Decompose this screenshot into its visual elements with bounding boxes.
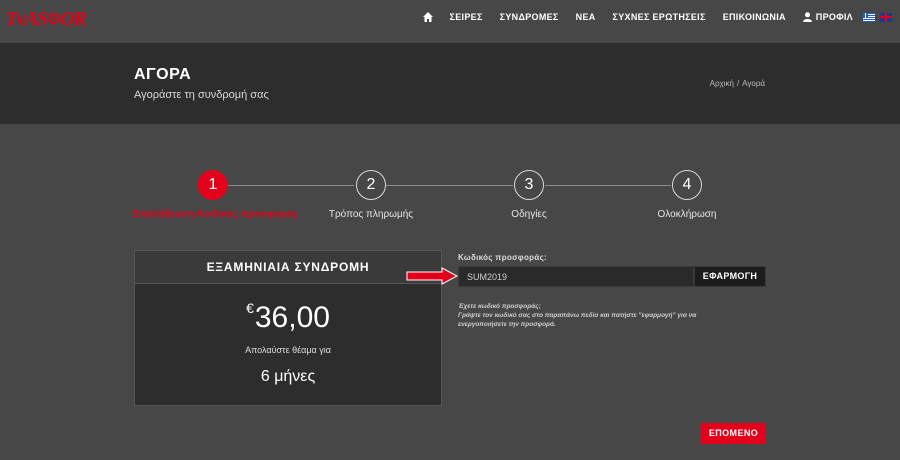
promo-help-line: ενεργοποιήσετε την προσφορά. — [458, 321, 556, 328]
step-1: 1 Επαλήθευση-Κωδικός προσφοράς — [133, 170, 299, 220]
promo-help-line: Γράψτε τον κωδικό σας στο παραπάνω πεδίο… — [458, 312, 697, 319]
next-button[interactable]: ΕΠΟΜΕΝΟ — [701, 423, 766, 444]
greek-flag-icon[interactable] — [863, 12, 875, 22]
page-subtitle: Αγοράστε τη συνδρομή σας — [134, 89, 269, 101]
step-2-label: Τρόπος πληρωμής — [328, 209, 414, 220]
red-arrow-icon — [406, 267, 458, 285]
nav-subscriptions[interactable]: ΣΥΝΔΡΟΜΕΣ — [500, 12, 559, 22]
step-4-label: Ολοκλήρωση — [657, 209, 717, 220]
promo-code-input[interactable] — [458, 266, 694, 287]
breadcrumb-current: Αγορά — [742, 79, 765, 88]
step-1-circle: 1 — [198, 170, 228, 200]
page-title: ΑΓΟΡΑ — [134, 66, 192, 83]
logo-ring-icon — [48, 13, 60, 24]
step-3-label: Οδηγίες — [511, 209, 547, 220]
step-2-circle: 2 — [356, 170, 386, 200]
nav-profile[interactable]: ΠΡΟΦΙΛ — [802, 12, 853, 22]
price-amount: 36,00 — [254, 301, 330, 334]
subscription-title: ΕΞΑΜΗΝΙΑΙΑ ΣΥΝΔΡΟΜΗ — [135, 251, 441, 284]
uk-flag-icon[interactable] — [880, 12, 892, 22]
logo-text-left: TvAS — [6, 8, 49, 30]
nav-faq[interactable]: ΣΥΧΝΕΣ ΕΡΩΤΗΣΕΙΣ — [613, 12, 706, 22]
checkout-stepper: 1 Επαλήθευση-Κωδικός προσφοράς 2 Τρόπος … — [0, 170, 900, 230]
promo-help-text: Έχετε κωδικό προσφοράς; Γράψτε τον κωδικ… — [458, 302, 758, 329]
top-navbar: TvAS OR ΣΕΙΡΕΣ ΣΥΝΔΡΟΜΕΣ ΝΕΑ ΣΥΧΝΕΣ ΕΡΩΤΗ… — [0, 0, 900, 38]
tvastor-logo[interactable]: TvAS OR — [6, 8, 88, 31]
nav-series[interactable]: ΣΕΙΡΕΣ — [450, 12, 483, 22]
nav-news[interactable]: ΝΕΑ — [576, 12, 596, 22]
promo-code-label: Κωδικός προσφοράς: — [458, 253, 548, 262]
breadcrumb-home[interactable]: Αρχική — [710, 79, 734, 88]
subscription-enjoy-text: Απολαύστε θέαμα για — [245, 345, 331, 355]
page-header-band: ΑΓΟΡΑ Αγοράστε τη συνδρομή σας Αρχική / Αγ… — [0, 43, 900, 124]
subscription-price: €36,00 — [135, 300, 441, 335]
nav-contact[interactable]: ΕΠΙΚΟΙΝΩΝΙΑ — [723, 12, 786, 22]
breadcrumb-separator: / — [736, 79, 740, 88]
step-3-circle: 3 — [514, 170, 544, 200]
step-4: 4 Ολοκλήρωση — [607, 170, 767, 220]
breadcrumb: Αρχική / Αγορά — [710, 79, 765, 88]
price-currency: € — [246, 300, 254, 316]
step-2: 2 Τρόπος πληρωμής — [291, 170, 451, 220]
step-3: 3 Οδηγίες — [449, 170, 609, 220]
home-icon[interactable] — [422, 12, 433, 22]
apply-promo-button[interactable]: ΕΦΑΡΜΟΓΗ — [694, 266, 766, 287]
step-1-label: Επαλήθευση-Κωδικός προσφοράς — [133, 209, 299, 220]
logo-text-right: OR — [60, 8, 88, 30]
step-4-circle: 4 — [672, 170, 702, 200]
subscription-card: ΕΞΑΜΗΝΙΑΙΑ ΣΥΝΔΡΟΜΗ €36,00 Απολαύστε θέα… — [134, 250, 442, 406]
subscription-duration: 6 μήνες — [260, 368, 316, 385]
main-nav: ΣΕΙΡΕΣ ΣΥΝΔΡΟΜΕΣ ΝΕΑ ΣΥΧΝΕΣ ΕΡΩΤΗΣΕΙΣ ΕΠ… — [422, 12, 892, 22]
profile-label: ΠΡΟΦΙΛ — [815, 12, 853, 22]
promo-help-line: Έχετε κωδικό προσφοράς; — [458, 303, 541, 310]
user-icon — [802, 12, 812, 22]
